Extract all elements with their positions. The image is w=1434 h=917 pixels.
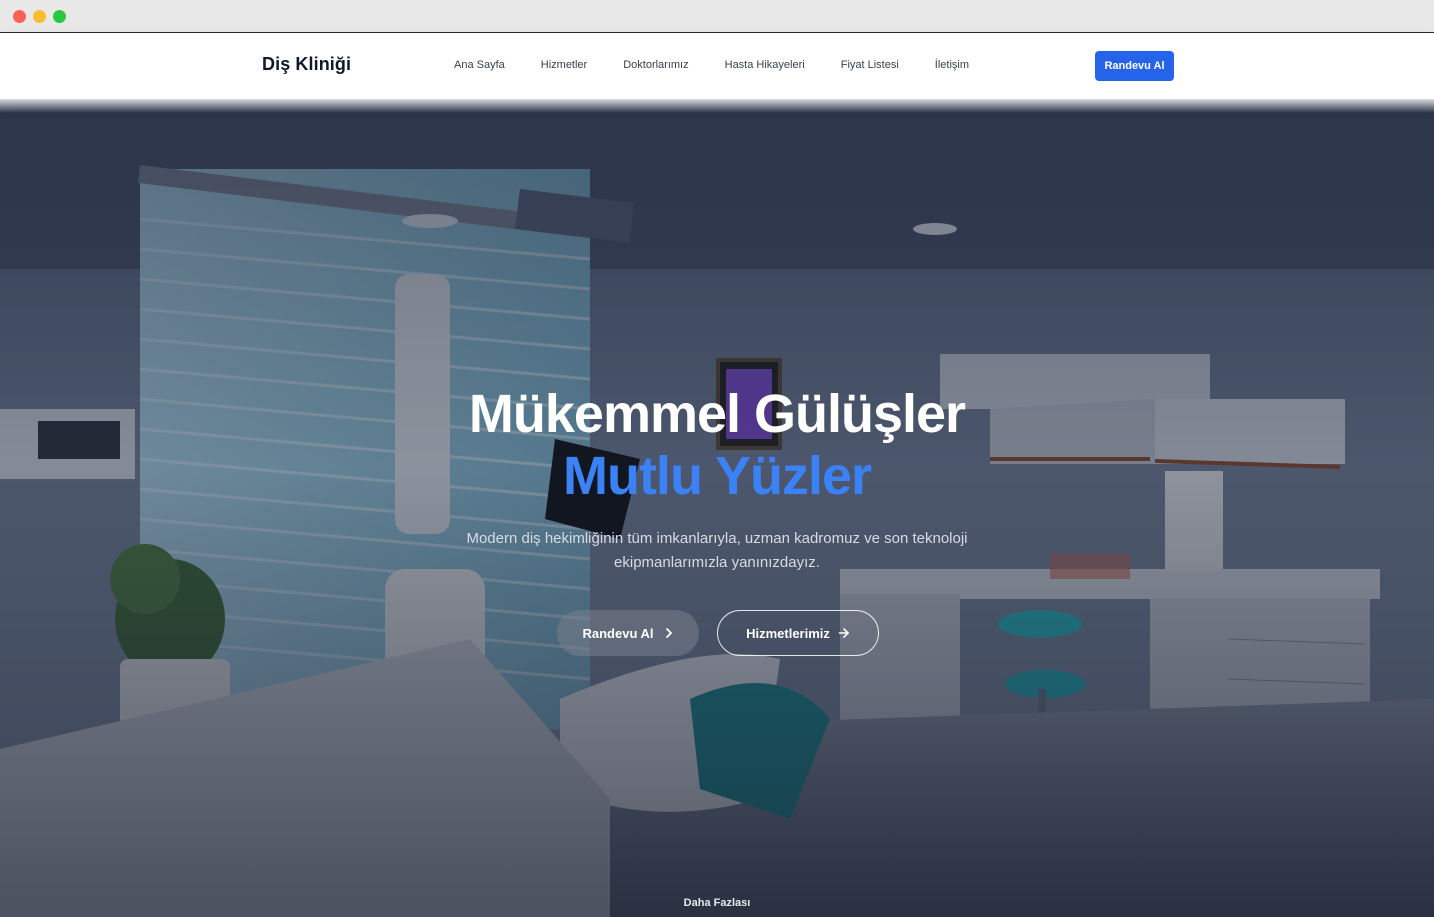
- site-navbar: Diş Kliniği Ana Sayfa Hizmetler Doktorla…: [0, 33, 1434, 113]
- book-appointment-button[interactable]: Randevu Al: [1095, 51, 1174, 81]
- maximize-window-button[interactable]: [53, 10, 66, 23]
- hero-subtitle: Modern diş hekimliğinin tüm imkanlarıyla…: [466, 530, 968, 571]
- nav-link-home[interactable]: Ana Sayfa: [454, 59, 505, 71]
- hero-headline-highlight: Mutlu Yüzler: [562, 446, 872, 506]
- nav-link-price-list[interactable]: Fiyat Listesi: [841, 59, 899, 71]
- brand-logo[interactable]: Diş Kliniği: [262, 54, 351, 75]
- minimize-window-button[interactable]: [33, 10, 46, 23]
- nav-link-doctors[interactable]: Doktorlarımız: [623, 59, 688, 71]
- scroll-more-link[interactable]: Daha Fazlası: [0, 897, 1434, 909]
- chevron-right-icon: [665, 628, 672, 638]
- window-titlebar: [0, 0, 1434, 33]
- nav-link-contact[interactable]: İletişim: [935, 59, 969, 71]
- hero-headline: Mükemmel Gülüşler: [468, 384, 966, 444]
- main-nav: Ana Sayfa Hizmetler Doktorlarımız Hasta …: [454, 59, 1005, 71]
- close-window-button[interactable]: [13, 10, 26, 23]
- hero-appointment-button[interactable]: Randevu Al: [557, 610, 699, 656]
- hero-services-button[interactable]: Hizmetlerimiz: [717, 610, 879, 656]
- hero-dark-overlay: [0, 99, 1434, 917]
- nav-link-patient-stories[interactable]: Hasta Hikayeleri: [725, 59, 805, 71]
- arrow-right-icon: [838, 628, 849, 638]
- hero-services-button-label: Hizmetlerimiz: [746, 625, 830, 641]
- nav-link-services[interactable]: Hizmetler: [541, 59, 587, 71]
- hero-section: Mükemmel Gülüşler Mutlu Yüzler Modern di…: [0, 99, 1434, 917]
- hero-appointment-button-label: Randevu Al: [582, 625, 654, 641]
